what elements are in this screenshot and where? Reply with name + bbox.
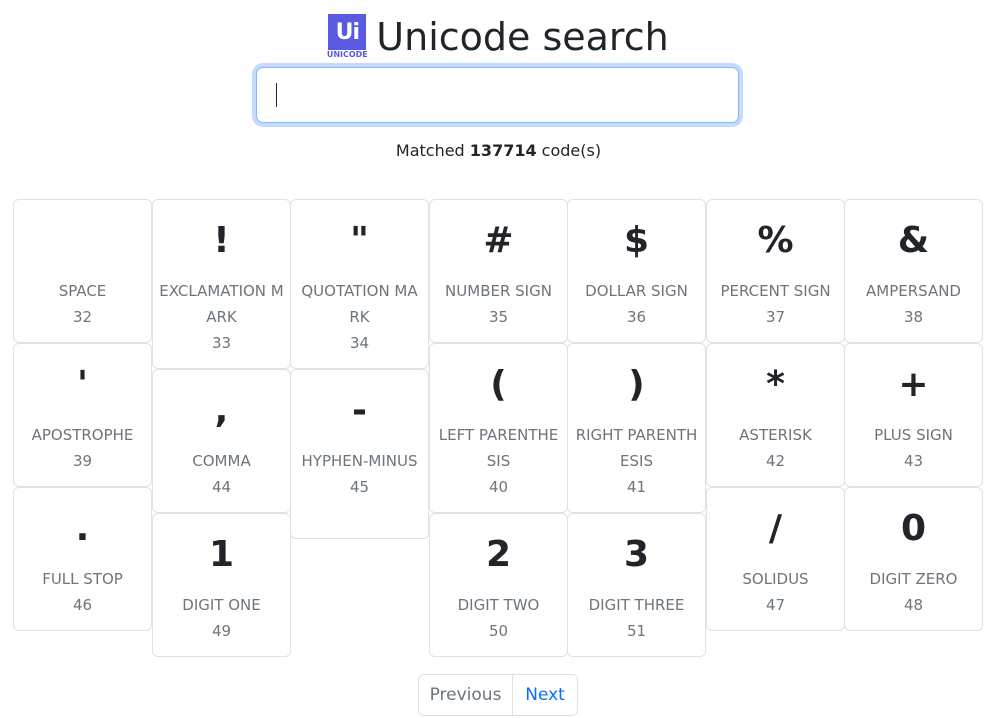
char-code: 50 <box>488 622 509 640</box>
char-name: COMMA <box>192 452 251 470</box>
char-name: RIGHT PARENTHESIS <box>575 426 698 470</box>
char-card[interactable]: - HYPHEN-MINUS 45 <box>290 369 429 539</box>
char-code: 35 <box>488 308 509 326</box>
char-card[interactable]: ( LEFT PARENTHESIS 40 <box>429 343 568 513</box>
char-glyph: - <box>352 390 367 431</box>
char-code: 36 <box>626 308 647 326</box>
char-name: LEFT PARENTHESIS <box>438 426 559 470</box>
char-code: 37 <box>765 308 786 326</box>
match-prefix: Matched <box>395 141 470 160</box>
char-glyph: ' <box>76 364 89 405</box>
char-glyph: , <box>214 390 229 431</box>
char-card[interactable]: / SOLIDUS 47 <box>706 487 845 631</box>
char-name: PLUS SIGN <box>874 426 953 444</box>
char-glyph: 1 <box>208 534 235 575</box>
char-card[interactable]: , COMMA 44 <box>152 369 291 513</box>
match-suffix: code(s) <box>536 141 602 160</box>
char-name: QUOTATION MARK <box>301 282 418 326</box>
char-card[interactable]: * ASTERISK 42 <box>706 343 845 487</box>
char-code: 33 <box>211 334 232 352</box>
match-count: 137714 <box>469 141 537 160</box>
char-card[interactable]: & AMPERSAND 38 <box>844 199 983 343</box>
match-status: Matched 137714 code(s) <box>0 140 997 162</box>
char-card[interactable]: 0 DIGIT ZERO 48 <box>844 487 983 631</box>
char-name: FULL STOP <box>42 570 123 588</box>
char-card[interactable]: 2 DIGIT TWO 50 <box>429 513 568 657</box>
char-card[interactable]: SPACE 32 <box>13 199 152 343</box>
unicode-logo-icon: Ui UNICODE <box>326 14 368 60</box>
char-name: ASTERISK <box>739 426 812 444</box>
char-glyph: $ <box>623 220 650 261</box>
char-glyph: 2 <box>485 534 512 575</box>
char-code: 44 <box>211 478 232 496</box>
char-name: EXCLAMATION MARK <box>159 282 284 326</box>
char-code: 39 <box>72 452 93 470</box>
char-card[interactable]: 3 DIGIT THREE 51 <box>567 513 706 657</box>
char-glyph: ( <box>490 364 507 405</box>
char-name: DOLLAR SIGN <box>585 282 688 300</box>
text-caret <box>276 83 277 107</box>
char-code: 43 <box>903 452 924 470</box>
search-input[interactable] <box>256 67 739 123</box>
char-glyph: + <box>898 364 929 405</box>
page-title: Unicode search <box>376 15 669 59</box>
char-glyph: % <box>757 220 794 261</box>
char-card[interactable]: " QUOTATION MARK 34 <box>290 199 429 369</box>
char-card[interactable]: + PLUS SIGN 43 <box>844 343 983 487</box>
char-glyph: 0 <box>900 508 927 549</box>
char-card[interactable]: ! EXCLAMATION MARK 33 <box>152 199 291 369</box>
char-name: DIGIT ONE <box>182 596 261 614</box>
previous-button[interactable]: Previous <box>418 674 513 716</box>
char-card[interactable]: ' APOSTROPHE 39 <box>13 343 152 487</box>
char-code: 40 <box>488 478 509 496</box>
char-code: 42 <box>765 452 786 470</box>
char-code: 51 <box>626 622 647 640</box>
char-card[interactable]: 1 DIGIT ONE 49 <box>152 513 291 657</box>
header: Ui UNICODE Unicode search <box>0 14 997 60</box>
char-code: 41 <box>626 478 647 496</box>
logo-mark: Ui <box>328 14 367 50</box>
char-code: 47 <box>765 596 786 614</box>
char-code: 38 <box>903 308 924 326</box>
char-name: DIGIT THREE <box>588 596 685 614</box>
char-name: AMPERSAND <box>866 282 961 300</box>
char-card[interactable]: ) RIGHT PARENTHESIS 41 <box>567 343 706 513</box>
next-button[interactable]: Next <box>513 674 578 716</box>
char-glyph: * <box>766 364 785 405</box>
char-glyph: " <box>350 220 369 261</box>
char-code: 48 <box>903 596 924 614</box>
char-name: APOSTROPHE <box>31 426 134 444</box>
pagination: Previous Next <box>418 674 578 716</box>
char-glyph: 3 <box>623 534 650 575</box>
char-glyph: / <box>768 508 783 549</box>
logo-text: UNICODE <box>326 50 368 59</box>
char-code: 45 <box>349 478 370 496</box>
char-card[interactable]: $ DOLLAR SIGN 36 <box>567 199 706 343</box>
search-box <box>256 67 739 123</box>
char-glyph: ! <box>213 220 230 261</box>
char-code: 46 <box>72 596 93 614</box>
char-card[interactable]: # NUMBER SIGN 35 <box>429 199 568 343</box>
char-name: DIGIT ZERO <box>869 570 958 588</box>
page: Ui UNICODE Unicode search Matched 137714… <box>0 0 997 718</box>
char-name: HYPHEN-MINUS <box>301 452 418 470</box>
char-name: NUMBER SIGN <box>445 282 552 300</box>
char-card[interactable]: . FULL STOP 46 <box>13 487 152 631</box>
char-glyph: # <box>483 220 514 261</box>
char-code: 32 <box>72 308 93 326</box>
char-glyph: & <box>897 220 930 261</box>
char-code: 34 <box>349 334 370 352</box>
char-glyph <box>14 214 151 268</box>
char-code: 49 <box>211 622 232 640</box>
char-name: PERCENT SIGN <box>720 282 831 300</box>
char-glyph: ) <box>628 364 645 405</box>
char-glyph: . <box>75 508 90 549</box>
char-card[interactable]: % PERCENT SIGN 37 <box>706 199 845 343</box>
char-name: SOLIDUS <box>742 570 809 588</box>
char-name: SPACE <box>58 282 107 300</box>
char-name: DIGIT TWO <box>457 596 540 614</box>
